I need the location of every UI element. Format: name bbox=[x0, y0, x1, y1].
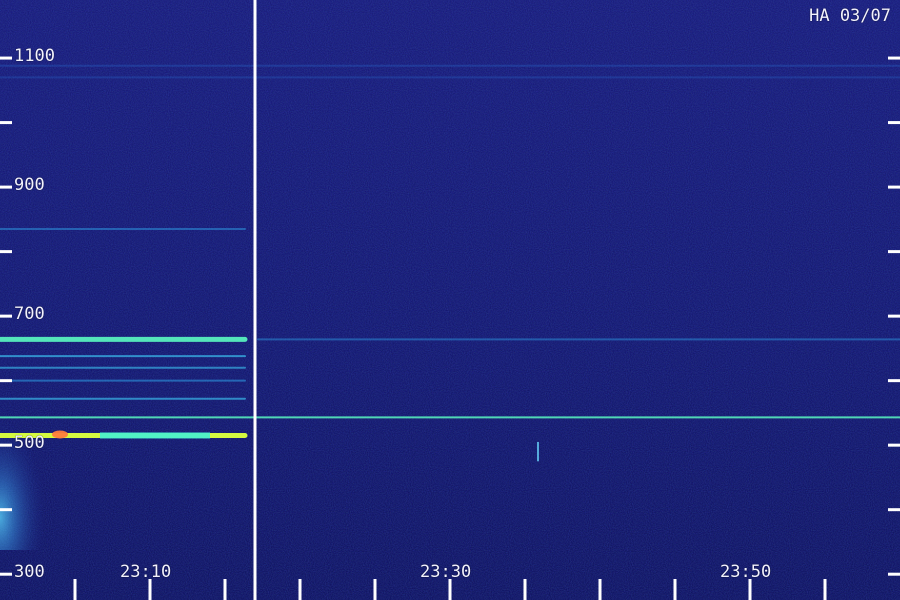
y-tick-label: 1100 bbox=[14, 46, 55, 67]
low-frequency-glow bbox=[0, 400, 70, 550]
chart-title: HA 03/07 bbox=[809, 6, 891, 26]
x-tick-label: 23:50 bbox=[720, 562, 772, 582]
hot-spot bbox=[52, 430, 68, 439]
y-tick-label: 700 bbox=[14, 304, 45, 325]
y-tick-label: 900 bbox=[14, 175, 45, 196]
x-tick-label: 23:10 bbox=[120, 562, 172, 582]
y-tick-label: 500 bbox=[14, 433, 45, 454]
spectrogram-noise bbox=[0, 0, 900, 600]
y-tick-label: 300 bbox=[14, 562, 45, 583]
hot-band-segment bbox=[100, 432, 210, 439]
x-tick-label: 23:30 bbox=[420, 562, 472, 582]
spectrogram-chart bbox=[0, 0, 900, 600]
